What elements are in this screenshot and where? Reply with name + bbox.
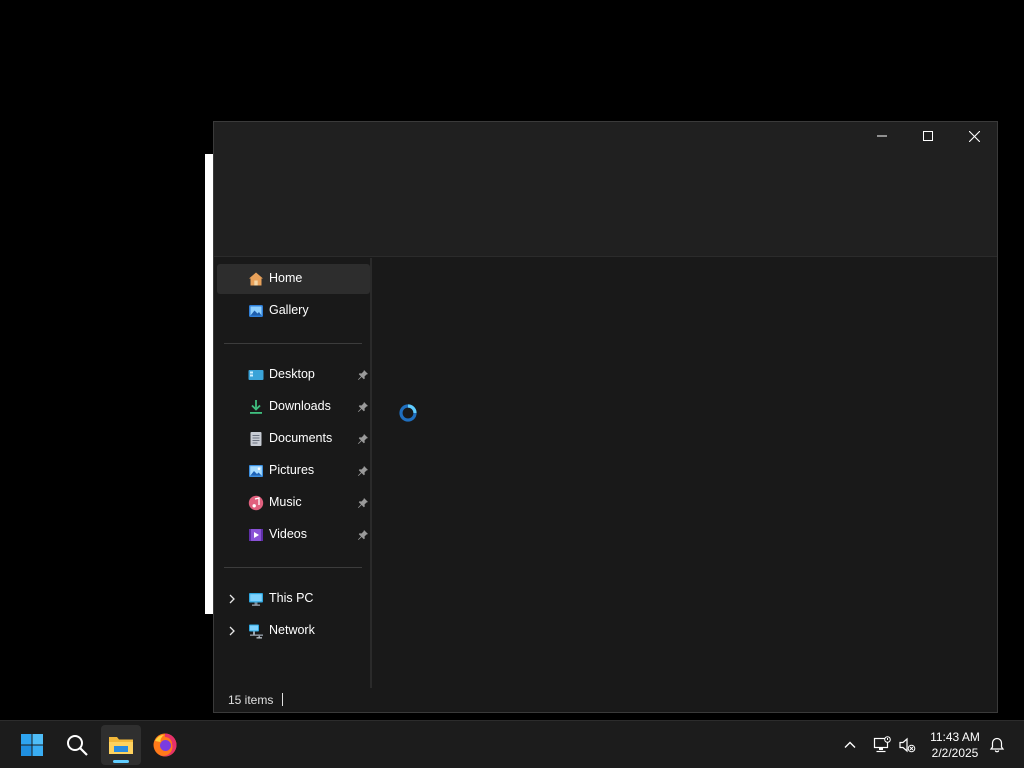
nav-item-documents[interactable]: Documents bbox=[217, 424, 370, 454]
firefox-taskbar-button[interactable] bbox=[145, 725, 185, 765]
status-divider bbox=[282, 693, 283, 706]
volume-muted-icon bbox=[899, 737, 916, 753]
close-icon bbox=[968, 130, 980, 142]
this-pc-icon bbox=[249, 593, 263, 606]
pin-icon[interactable] bbox=[357, 433, 369, 445]
music-icon bbox=[248, 495, 264, 511]
nav-item-pictures[interactable]: Pictures bbox=[217, 456, 370, 486]
nav-separator bbox=[224, 343, 362, 344]
gallery-icon bbox=[249, 305, 263, 317]
clock-button[interactable]: 11:43 AM 2/2/2025 bbox=[922, 729, 988, 761]
nav-item-this-pc[interactable]: This PC bbox=[217, 584, 370, 614]
downloads-icon bbox=[250, 400, 262, 414]
network-status-icon bbox=[873, 736, 891, 753]
taskbar: 11:43 AM 2/2/2025 bbox=[0, 720, 1024, 768]
pin-icon[interactable] bbox=[357, 369, 369, 381]
nav-separator bbox=[224, 567, 362, 568]
nav-item-desktop[interactable]: Desktop bbox=[217, 360, 370, 390]
chevron-right-icon[interactable] bbox=[226, 593, 238, 605]
home-icon bbox=[249, 272, 263, 286]
search-button[interactable] bbox=[57, 725, 97, 765]
close-button[interactable] bbox=[951, 122, 997, 150]
file-content-area[interactable] bbox=[374, 258, 997, 688]
pin-icon[interactable] bbox=[357, 465, 369, 477]
start-button[interactable] bbox=[12, 725, 52, 765]
nav-item-label: Pictures bbox=[269, 463, 315, 477]
file-explorer-taskbar-button[interactable] bbox=[101, 725, 141, 765]
network-status-button[interactable] bbox=[872, 735, 892, 755]
clock-date: 2/2/2025 bbox=[931, 746, 979, 760]
start-icon bbox=[21, 734, 43, 756]
nav-item-label: Network bbox=[269, 623, 315, 637]
minimize-button[interactable] bbox=[859, 122, 905, 150]
maximize-icon bbox=[923, 131, 933, 141]
maximize-button[interactable] bbox=[905, 122, 951, 150]
nav-item-label: Desktop bbox=[269, 367, 315, 381]
nav-item-home[interactable]: Home bbox=[217, 264, 370, 294]
file-explorer-icon bbox=[109, 737, 133, 754]
firefox-icon bbox=[153, 733, 177, 757]
nav-item-downloads[interactable]: Downloads bbox=[217, 392, 370, 422]
nav-item-label: Videos bbox=[269, 527, 307, 541]
network-icon bbox=[249, 624, 263, 639]
loading-spinner-icon bbox=[399, 404, 417, 422]
nav-item-label: Music bbox=[269, 495, 302, 509]
active-app-indicator bbox=[113, 760, 129, 763]
show-hidden-icons-button[interactable] bbox=[840, 735, 860, 755]
documents-icon bbox=[250, 432, 262, 446]
search-icon bbox=[67, 735, 88, 756]
nav-item-music[interactable]: Music bbox=[217, 488, 370, 518]
clock-time: 11:43 AM bbox=[930, 730, 980, 744]
pictures-icon bbox=[249, 465, 263, 477]
item-count-text: 15 items bbox=[228, 693, 274, 707]
status-bar: 15 items bbox=[214, 688, 997, 712]
videos-icon bbox=[249, 529, 263, 541]
nav-item-label: Documents bbox=[269, 431, 333, 445]
notifications-button[interactable] bbox=[987, 735, 1007, 755]
notification-bell-icon bbox=[989, 737, 1005, 753]
minimize-icon bbox=[877, 135, 887, 137]
pin-icon[interactable] bbox=[357, 401, 369, 413]
chevron-up-icon bbox=[844, 741, 856, 748]
navigation-pane: Home Gallery Desktop Downloads Documents… bbox=[214, 258, 372, 688]
nav-item-label: Home bbox=[269, 271, 303, 285]
nav-item-gallery[interactable]: Gallery bbox=[217, 296, 370, 326]
nav-item-videos[interactable]: Videos bbox=[217, 520, 370, 550]
volume-button[interactable] bbox=[897, 735, 917, 755]
nav-item-label: Gallery bbox=[269, 303, 309, 317]
chevron-right-icon[interactable] bbox=[226, 625, 238, 637]
title-bar bbox=[214, 122, 997, 257]
nav-item-label: Downloads bbox=[269, 399, 331, 413]
pin-icon[interactable] bbox=[357, 497, 369, 509]
pin-icon[interactable] bbox=[357, 529, 369, 541]
desktop-icon bbox=[248, 370, 264, 380]
file-explorer-window: Home Gallery Desktop Downloads Documents… bbox=[213, 121, 998, 713]
nav-item-label: This PC bbox=[269, 591, 314, 605]
window-controls bbox=[859, 122, 997, 150]
nav-item-network[interactable]: Network bbox=[217, 616, 370, 646]
